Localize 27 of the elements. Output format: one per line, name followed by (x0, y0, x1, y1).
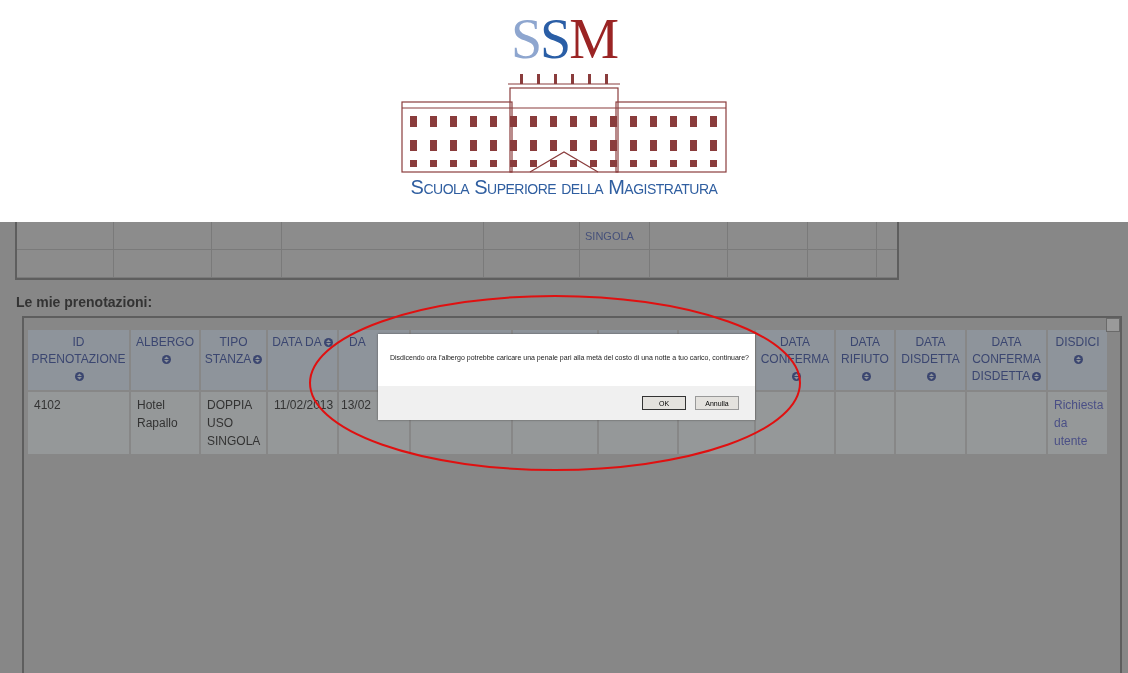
column-header[interactable]: DATA DA (268, 330, 337, 390)
table-cell: Hotel Rapallo (131, 392, 199, 454)
column-header[interactable]: DATA CONFERMA DISDETTA (967, 330, 1046, 390)
table-cell: DOPPIA USO SINGOLA (201, 392, 266, 454)
sort-icon[interactable] (861, 372, 871, 382)
column-header[interactable]: DISDICI (1048, 330, 1107, 390)
logo-tagline: Scuola Superiore della Magistratura (410, 176, 718, 199)
sort-icon[interactable] (791, 372, 801, 382)
sort-icon[interactable] (161, 355, 171, 365)
column-header[interactable]: DATA DISDETTA (896, 330, 965, 390)
table-cell: SINGOLA (580, 222, 650, 249)
sort-icon[interactable] (1074, 355, 1083, 365)
cancel-link[interactable]: Richiesta da utente (1048, 392, 1107, 454)
logo-letter: M (569, 8, 618, 70)
sort-icon[interactable] (75, 372, 84, 382)
logo-letter: S (510, 8, 541, 70)
column-header[interactable]: TIPO STANZA (201, 330, 266, 390)
column-header[interactable]: DATA RIFIUTO (836, 330, 894, 390)
section-title: Le mie prenotazioni: (16, 294, 154, 310)
sort-icon[interactable] (253, 355, 263, 365)
sort-icon[interactable] (323, 338, 333, 348)
column-header[interactable]: ALBERGO (131, 330, 199, 390)
sort-icon[interactable] (927, 372, 936, 382)
sort-icon[interactable] (1032, 372, 1042, 382)
table-cell: 4102 (28, 392, 129, 454)
logo-letter: S (540, 8, 570, 70)
column-header[interactable]: ID PRENOTAZIONE (28, 330, 129, 390)
